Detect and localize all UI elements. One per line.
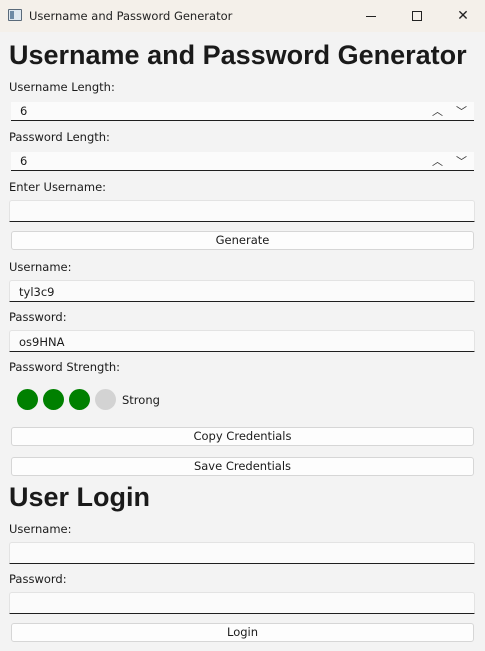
enter-username-input[interactable] bbox=[9, 200, 475, 222]
password-length-label: Password Length: bbox=[9, 130, 110, 144]
close-icon: ✕ bbox=[457, 8, 469, 24]
username-label: Username: bbox=[9, 260, 72, 274]
generate-button[interactable]: Generate bbox=[11, 231, 474, 250]
username-length-spinbox[interactable]: 6 ︿ ﹀ bbox=[11, 102, 474, 121]
login-username-label: Username: bbox=[9, 522, 72, 536]
password-label: Password: bbox=[9, 310, 67, 324]
strength-indicator-dot bbox=[69, 389, 90, 410]
username-length-value: 6 bbox=[20, 104, 28, 118]
username-output-value: tyl3c9 bbox=[19, 285, 55, 299]
strength-indicator-dot bbox=[95, 389, 116, 410]
password-output-field[interactable]: os9HNA bbox=[9, 330, 475, 352]
login-password-input[interactable] bbox=[9, 592, 475, 614]
strength-indicator-dot bbox=[17, 389, 38, 410]
strength-text: Strong bbox=[122, 393, 160, 407]
login-username-input[interactable] bbox=[9, 542, 475, 564]
title-bar: Username and Password Generator ✕ bbox=[0, 0, 485, 32]
window-title: Username and Password Generator bbox=[29, 9, 233, 23]
maximize-button[interactable] bbox=[394, 0, 440, 32]
chevron-up-icon[interactable]: ︿ bbox=[432, 103, 443, 119]
password-strength-label: Password Strength: bbox=[9, 360, 120, 374]
password-output-value: os9HNA bbox=[19, 335, 65, 349]
chevron-up-icon[interactable]: ︿ bbox=[432, 153, 443, 169]
chevron-down-icon[interactable]: ﹀ bbox=[456, 103, 467, 119]
username-output-field[interactable]: tyl3c9 bbox=[9, 280, 475, 302]
login-button[interactable]: Login bbox=[11, 623, 474, 642]
username-length-label: Username Length: bbox=[9, 80, 115, 94]
password-length-value: 6 bbox=[20, 154, 28, 168]
login-password-label: Password: bbox=[9, 572, 67, 586]
minimize-button[interactable] bbox=[348, 0, 394, 32]
strength-indicator-dot bbox=[43, 389, 64, 410]
copy-credentials-button[interactable]: Copy Credentials bbox=[11, 427, 474, 446]
login-heading: User Login bbox=[9, 482, 151, 512]
minimize-icon bbox=[366, 15, 376, 17]
password-length-spinbox[interactable]: 6 ︿ ﹀ bbox=[11, 152, 474, 171]
chevron-down-icon[interactable]: ﹀ bbox=[456, 153, 467, 169]
enter-username-label: Enter Username: bbox=[9, 180, 107, 194]
generator-heading: Username and Password Generator bbox=[9, 40, 467, 70]
maximize-icon bbox=[412, 11, 422, 21]
close-button[interactable]: ✕ bbox=[440, 0, 485, 32]
save-credentials-button[interactable]: Save Credentials bbox=[11, 457, 474, 476]
app-icon bbox=[8, 9, 22, 21]
